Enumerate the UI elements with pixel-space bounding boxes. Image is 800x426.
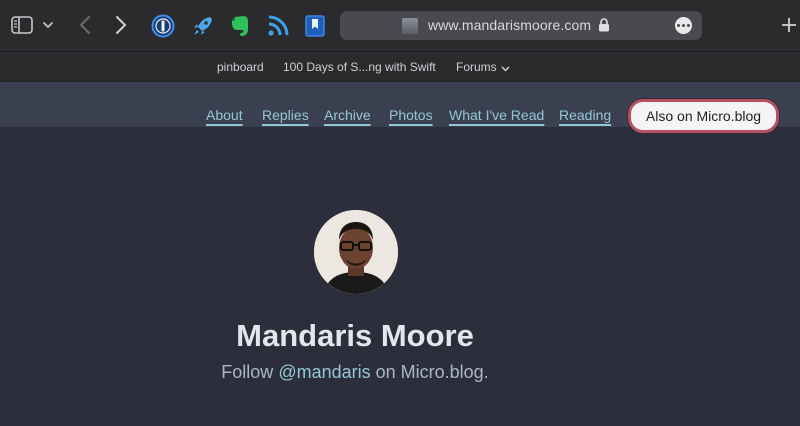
also-on-microblog-button[interactable]: Also on Micro.blog [628,99,779,133]
follow-prefix: Follow [221,362,279,382]
chevron-down-icon[interactable] [40,14,56,36]
rss-icon[interactable] [266,13,290,39]
nav-link-replies[interactable]: Replies [262,107,309,123]
more-icon[interactable] [675,17,692,34]
plus-icon[interactable] [776,12,800,38]
forward-icon[interactable] [110,12,132,38]
profile-name: Mandaris Moore [236,318,474,353]
avatar [314,210,398,294]
nav-link-about[interactable]: About [206,107,243,123]
1password-icon[interactable] [150,13,176,39]
nav-link-archive[interactable]: Archive [324,107,371,123]
bookmarks-bar: pinboard 100 Days of S...ng with Swift F… [0,53,800,82]
rocket-icon[interactable] [190,13,216,39]
browser-toolbar: www.mandarismoore.com [0,0,800,52]
back-icon[interactable] [74,12,96,38]
site-favicon-icon [402,18,418,34]
bookmark-forums-folder[interactable]: Forums [456,60,510,75]
bookmark-pinboard[interactable]: pinboard [217,60,264,74]
bookmark-forums-label: Forums [456,60,497,74]
evernote-icon[interactable] [228,13,252,39]
address-bar[interactable]: www.mandarismoore.com [340,11,702,40]
nav-link-reading[interactable]: Reading [559,107,611,123]
follow-line: Follow @mandaris on Micro.blog. [0,362,710,383]
nav-link-what-ive-read[interactable]: What I've Read [449,107,544,123]
bookmark-100-days-swift[interactable]: 100 Days of S...ng with Swift [283,60,436,74]
chevron-down-icon [501,61,510,75]
microblog-handle-link[interactable]: @mandaris [278,362,370,382]
sidebar-icon[interactable] [10,14,34,36]
bookmark-icon[interactable] [304,13,326,39]
nav-link-photos[interactable]: Photos [389,107,433,123]
url-text: www.mandarismoore.com [428,17,592,33]
lock-icon [598,18,610,32]
follow-suffix: on Micro.blog. [370,362,489,382]
